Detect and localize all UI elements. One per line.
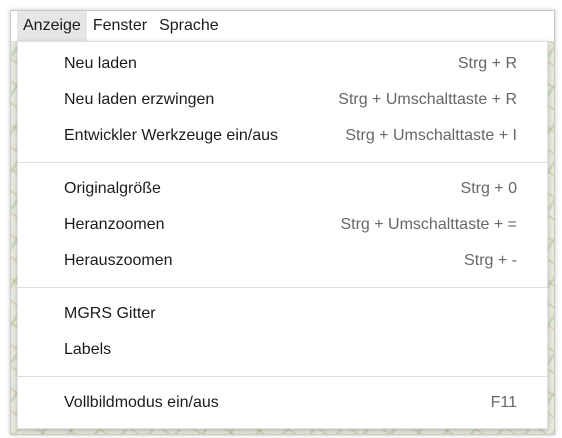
menu-sprache[interactable]: Sprache: [153, 11, 225, 41]
menu-item-originalgroesse[interactable]: Originalgröße Strg + 0: [18, 171, 547, 207]
menu-item-shortcut: Strg + Umschalttaste + =: [340, 216, 517, 233]
menu-item-shortcut: Strg + Umschalttaste + I: [345, 127, 517, 144]
menu-item-label: Neu laden: [64, 55, 137, 72]
menu-item-shortcut: Strg + -: [464, 252, 517, 269]
menu-item-mgrs-gitter[interactable]: MGRS Gitter: [18, 296, 547, 332]
menu-item-label: Labels: [64, 341, 112, 358]
menu-item-neu-laden[interactable]: Neu laden Strg + R: [18, 46, 547, 82]
menu-separator: [18, 376, 547, 377]
menu-item-label: Heranzoomen: [64, 216, 165, 233]
menu-item-shortcut: Strg + 0: [460, 180, 517, 197]
menu-item-label: MGRS Gitter: [64, 305, 156, 322]
menu-item-label: Originalgröße: [64, 180, 161, 197]
menu-anzeige[interactable]: Anzeige: [17, 11, 87, 41]
menu-item-shortcut: Strg + R: [457, 55, 517, 72]
menu-item-herauszoomen[interactable]: Herauszoomen Strg + -: [18, 243, 547, 279]
menu-item-label: Entwickler Werkzeuge ein/aus: [64, 127, 279, 144]
menu-item-labels[interactable]: Labels: [18, 332, 547, 368]
menu-fenster[interactable]: Fenster: [87, 11, 153, 41]
menu-item-heranzoomen[interactable]: Heranzoomen Strg + Umschalttaste + =: [18, 207, 547, 243]
menu-bar: Anzeige Fenster Sprache: [11, 11, 554, 41]
menu-item-entwickler-werkzeuge[interactable]: Entwickler Werkzeuge ein/aus Strg + Umsc…: [18, 118, 547, 154]
menu-item-label: Herauszoomen: [64, 252, 173, 269]
menu-item-vollbildmodus[interactable]: Vollbildmodus ein/aus F11: [18, 385, 547, 421]
menu-item-label: Vollbildmodus ein/aus: [64, 394, 219, 411]
anzeige-dropdown-menu: Neu laden Strg + R Neu laden erzwingen S…: [17, 41, 548, 429]
menu-item-neu-laden-erzwingen[interactable]: Neu laden erzwingen Strg + Umschalttaste…: [18, 82, 547, 118]
menu-separator: [18, 162, 547, 163]
menu-item-label: Neu laden erzwingen: [64, 91, 215, 108]
menu-item-shortcut: F11: [490, 394, 517, 411]
menu-separator: [18, 287, 547, 288]
app-window: Anzeige Fenster Sprache Neu laden Strg +…: [10, 10, 555, 435]
menu-item-shortcut: Strg + Umschalttaste + R: [338, 91, 517, 108]
